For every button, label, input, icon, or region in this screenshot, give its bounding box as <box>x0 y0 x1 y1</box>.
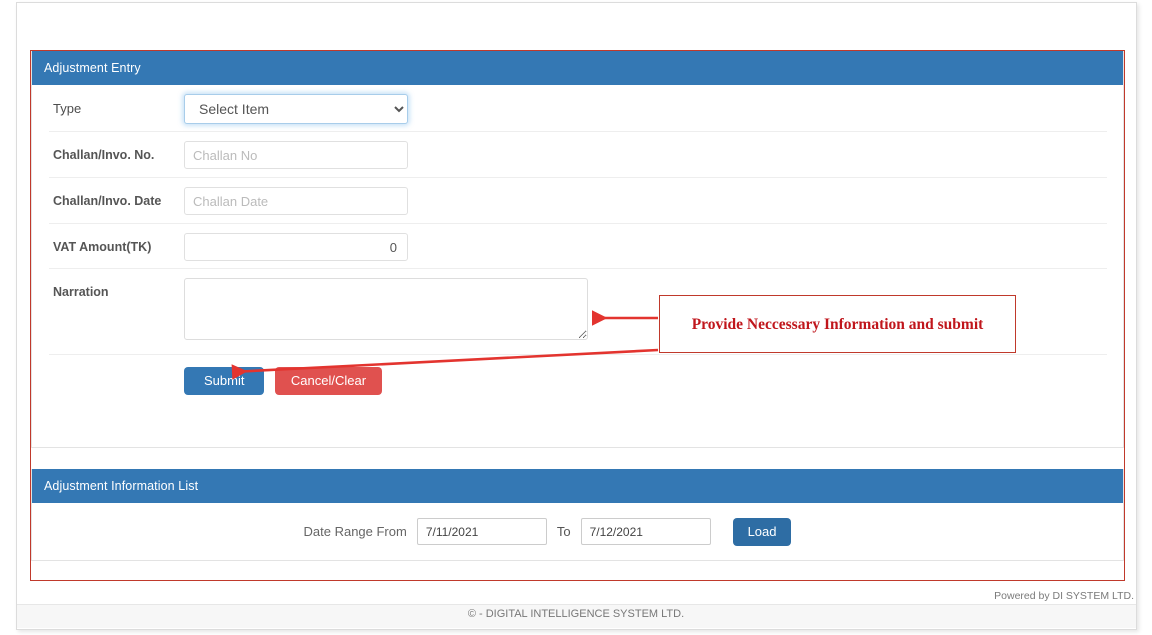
date-to-input[interactable] <box>580 518 711 545</box>
adjustment-list-header: Adjustment Information List <box>32 469 1123 503</box>
type-select[interactable]: Select Item <box>184 94 408 124</box>
label-type: Type <box>53 101 82 116</box>
cancel-clear-button[interactable]: Cancel/Clear <box>274 367 383 395</box>
adjustment-entry-panel: Adjustment Entry Type Select Item Challa… <box>31 51 1124 448</box>
form-row-challan-date: Challan/Invo. Date <box>49 178 1107 224</box>
load-button[interactable]: Load <box>732 517 792 546</box>
challan-no-input[interactable] <box>184 141 408 169</box>
challan-date-input[interactable] <box>184 187 408 215</box>
adjustment-entry-header: Adjustment Entry <box>32 51 1123 85</box>
adjustment-entry-title: Adjustment Entry <box>44 61 141 75</box>
label-narration: Narration <box>53 285 109 299</box>
adjustment-list-title: Adjustment Information List <box>44 479 199 493</box>
load-button-wrap: Load <box>732 517 792 546</box>
vat-amount-input[interactable] <box>184 233 408 261</box>
narration-textarea[interactable] <box>184 278 588 340</box>
field-challan-date <box>184 178 1107 224</box>
label-challan-date: Challan/Invo. Date <box>53 194 162 208</box>
form-row-vat-amount: VAT Amount(TK) <box>49 224 1107 269</box>
field-vat-amount <box>184 224 1107 270</box>
annotation-callout: Provide Neccessary Information and submi… <box>659 295 1016 353</box>
adjustment-list-panel: Adjustment Information List Date Range F… <box>31 469 1124 561</box>
screenshot-root: Adjustment Entry Type Select Item Challa… <box>0 0 1152 635</box>
form-row-type: Type Select Item <box>49 85 1107 132</box>
label-challan-no: Challan/Invo. No. <box>53 148 155 162</box>
field-type: Select Item <box>184 85 1107 133</box>
form-row-challan-no: Challan/Invo. No. <box>49 132 1107 178</box>
submit-button[interactable]: Submit <box>184 367 265 395</box>
label-vat-amount: VAT Amount(TK) <box>53 240 152 254</box>
annotation-text: Provide Neccessary Information and submi… <box>691 315 984 333</box>
date-range-bar: Date Range From To Load <box>32 503 1123 560</box>
date-from-input[interactable] <box>416 518 547 545</box>
date-to-label: To <box>556 524 571 539</box>
copyright-text: © - DIGITAL INTELLIGENCE SYSTEM LTD. <box>467 608 685 620</box>
date-range-label: Date Range From <box>303 524 407 539</box>
field-challan-no <box>184 132 1107 178</box>
powered-by-text: Powered by DI SYSTEM LTD. <box>994 590 1134 602</box>
entry-buttons-row: Submit Cancel/Clear <box>49 355 1107 395</box>
